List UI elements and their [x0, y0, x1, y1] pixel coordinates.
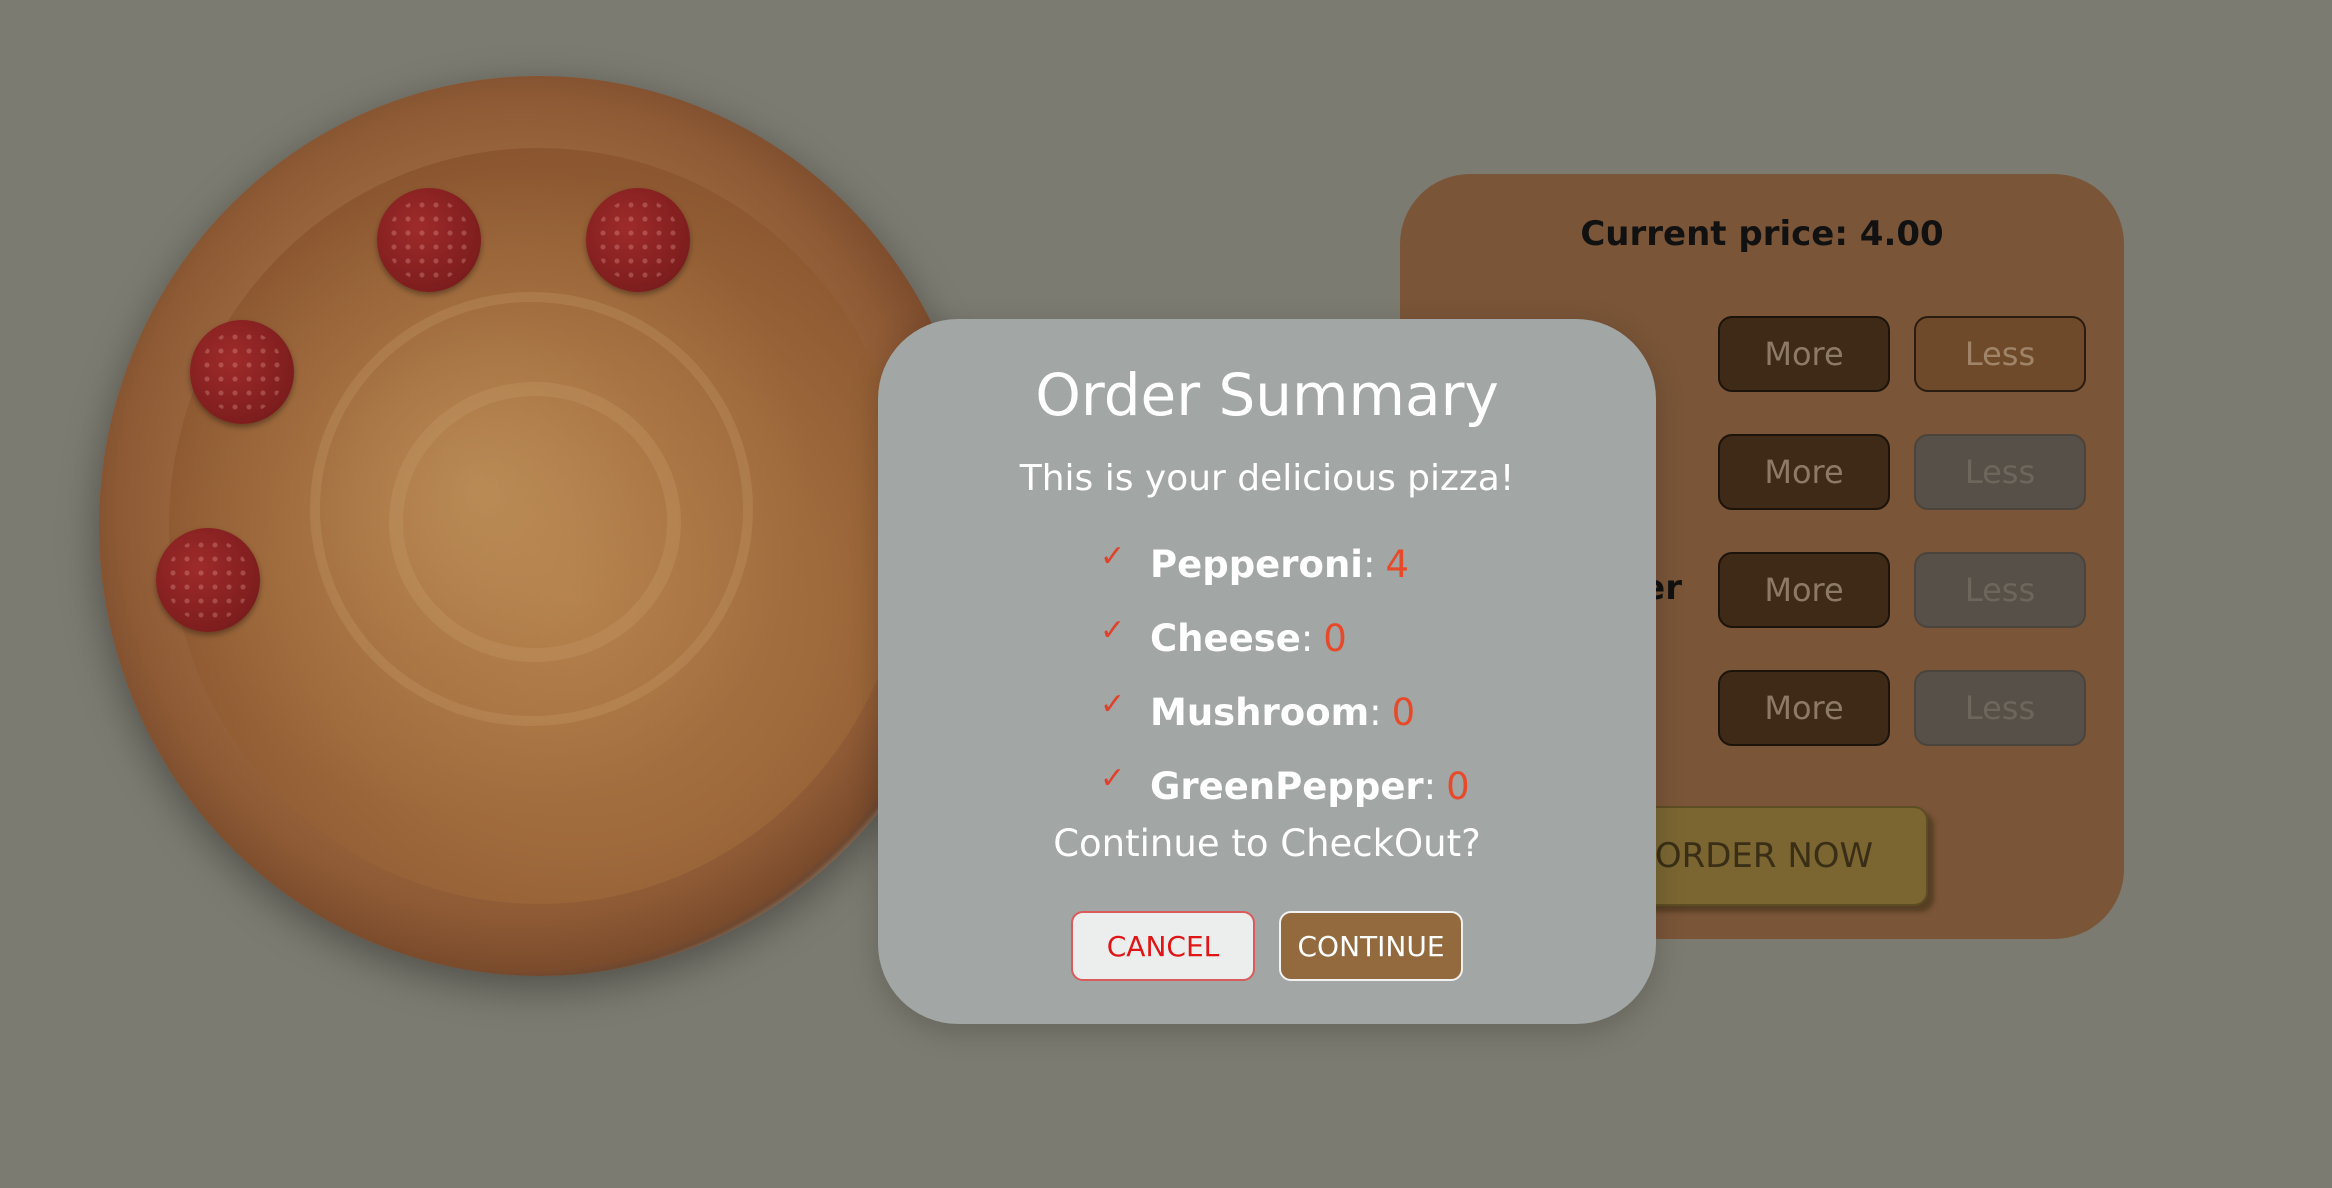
list-item: ✓ Cheese: 0	[1100, 601, 1470, 675]
ingredient-separator: :	[1369, 690, 1382, 734]
ingredient-name: GreenPepper	[1150, 764, 1424, 808]
checkmark-icon: ✓	[1100, 686, 1126, 722]
list-item: ✓ GreenPepper: 0	[1100, 749, 1470, 823]
list-item: ✓ Mushroom: 0	[1100, 675, 1470, 749]
order-summary-modal: Order Summary This is your delicious piz…	[878, 319, 1656, 1024]
checkout-question: Continue to CheckOut?	[1053, 822, 1481, 865]
pepperoni-topping	[156, 528, 260, 632]
checkmark-icon: ✓	[1100, 760, 1126, 796]
ingredient-name: Mushroom	[1150, 690, 1370, 734]
pepperoni-topping	[377, 188, 481, 292]
checkmark-icon: ✓	[1100, 538, 1126, 574]
ingredient-count: 0	[1323, 616, 1347, 660]
current-price: Current price: 4.00	[1580, 214, 1944, 254]
less-button[interactable]: Less	[1914, 316, 2086, 392]
pizza-image	[99, 76, 979, 976]
ingredient-separator: :	[1300, 616, 1314, 660]
modal-title: Order Summary	[1035, 361, 1499, 429]
more-button[interactable]: More	[1718, 434, 1890, 510]
ingredient-separator: :	[1362, 542, 1376, 586]
pizza-texture	[310, 292, 753, 726]
less-button[interactable]: Less	[1914, 552, 2086, 628]
less-button[interactable]: Less	[1914, 670, 2086, 746]
list-item: ✓ Pepperoni: 4	[1100, 527, 1470, 601]
ingredient-count: 4	[1385, 542, 1409, 586]
ingredient-name: Pepperoni	[1150, 542, 1363, 586]
ingredient-count: 0	[1446, 764, 1470, 808]
checkmark-icon: ✓	[1100, 612, 1126, 648]
cancel-button[interactable]: CANCEL	[1071, 911, 1255, 981]
pepperoni-topping	[190, 320, 294, 424]
more-button[interactable]: More	[1718, 552, 1890, 628]
less-button[interactable]: Less	[1914, 434, 2086, 510]
ingredient-count: 0	[1391, 690, 1416, 734]
ingredient-list: ✓ Pepperoni: 4 ✓ Cheese: 0 ✓ Mushroom: 0…	[1100, 527, 1470, 823]
pepperoni-topping	[586, 188, 690, 292]
continue-button[interactable]: CONTINUE	[1279, 911, 1463, 981]
ingredient-name: Cheese	[1150, 616, 1301, 660]
modal-subtitle: This is your delicious pizza!	[1019, 458, 1515, 499]
more-button[interactable]: More	[1718, 670, 1890, 746]
more-button[interactable]: More	[1718, 316, 1890, 392]
ingredient-separator: :	[1423, 764, 1437, 808]
